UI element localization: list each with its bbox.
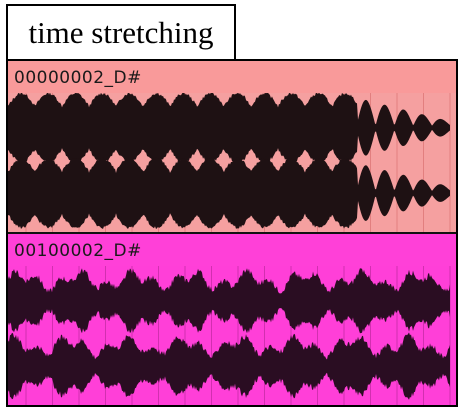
title-label: time stretching <box>6 4 236 59</box>
audio-clip-2[interactable]: 00100002_D# <box>8 234 456 405</box>
clip-waveform-area[interactable] <box>8 93 456 232</box>
waveform-display <box>8 266 456 405</box>
clip-waveform-area[interactable] <box>8 266 456 405</box>
clip-header[interactable]: 00100002_D# <box>8 234 456 266</box>
clip-name-label: 00000002_D# <box>14 68 142 88</box>
clip-name-label: 00100002_D# <box>14 241 142 261</box>
clip-track-panel: 00000002_D# 00100002_D# <box>6 59 458 407</box>
clip-header[interactable]: 00000002_D# <box>8 61 456 93</box>
audio-clip-1[interactable]: 00000002_D# <box>8 61 456 232</box>
waveform-display <box>8 93 456 232</box>
